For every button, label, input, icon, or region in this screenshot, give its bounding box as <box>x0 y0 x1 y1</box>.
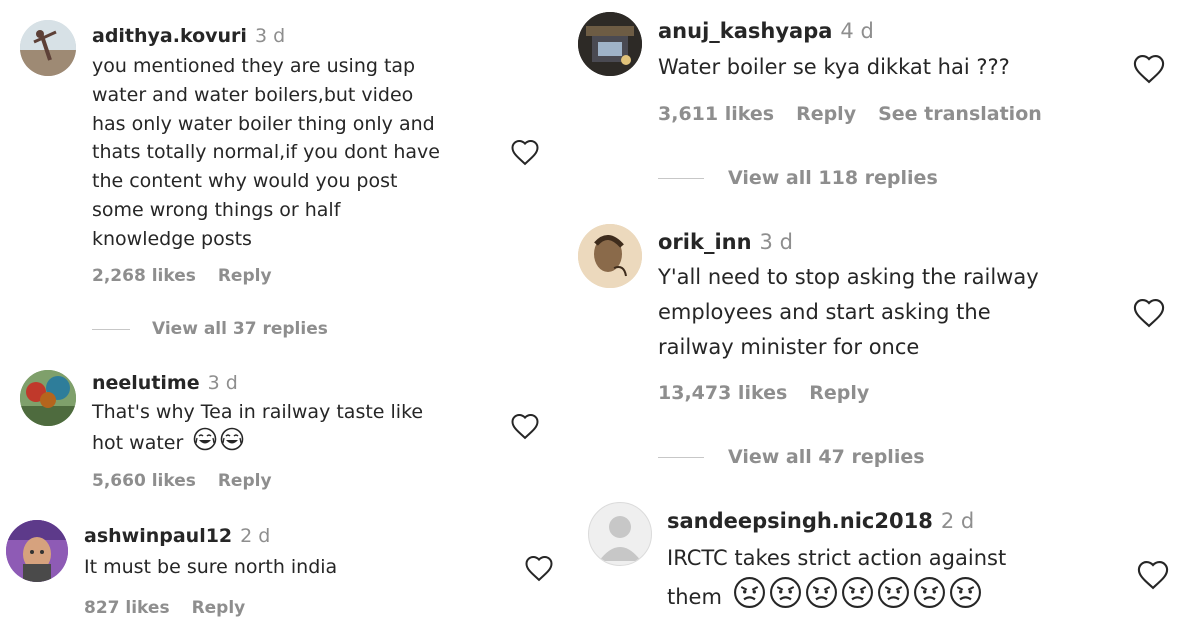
comment-username[interactable]: adithya.kovuri <box>92 25 247 47</box>
comment-timestamp[interactable]: 2 d <box>240 525 270 547</box>
comment-timestamp[interactable]: 3 d <box>255 25 285 47</box>
view-replies-label[interactable]: View all 118 replies <box>728 167 938 189</box>
right-comment-column: anuj_kashyapa 4 d Water boiler se kya dik… <box>570 0 1200 628</box>
avatar[interactable] <box>20 20 76 76</box>
likes-count[interactable]: 5,660 likes <box>92 471 196 491</box>
comment-text: It must be sure north india <box>84 553 504 582</box>
angry-emoji-icon <box>733 576 766 620</box>
likes-count[interactable]: 13,473 likes <box>658 382 787 404</box>
reply-button[interactable]: Reply <box>218 266 272 286</box>
comment-line: thats totally normal,if you dont have <box>92 141 440 164</box>
comment-line: has only water boiler thing only and <box>92 112 435 135</box>
comment-username[interactable]: ashwinpaul12 <box>84 525 232 547</box>
view-replies-button[interactable]: View all 37 replies <box>92 319 328 339</box>
comment-username[interactable]: neelutime <box>92 372 200 394</box>
comment-line: railway minister for once <box>658 335 920 359</box>
view-replies-label[interactable]: View all 47 replies <box>728 446 925 468</box>
view-replies-label[interactable]: View all 37 replies <box>152 319 328 339</box>
reply-button[interactable]: Reply <box>218 471 272 491</box>
like-heart-icon[interactable] <box>1132 53 1166 88</box>
laughing-emoji-icon <box>220 427 244 460</box>
angry-emoji-icon <box>877 576 910 620</box>
default-avatar-icon[interactable] <box>588 502 652 566</box>
comment-meta: 2,268 likes Reply <box>92 266 294 286</box>
view-replies-button[interactable]: View all 118 replies <box>658 167 938 189</box>
comment-timestamp[interactable]: 3 d <box>760 230 793 254</box>
like-heart-icon[interactable] <box>1132 297 1166 332</box>
comment-line-text: hot water <box>92 432 184 454</box>
avatar[interactable] <box>6 520 68 582</box>
comment-text: That's why Tea in railway taste like hot… <box>92 398 512 460</box>
laughing-emoji-icon <box>193 427 217 460</box>
avatar[interactable] <box>20 370 76 426</box>
likes-count[interactable]: 3,611 likes <box>658 103 774 125</box>
like-heart-icon[interactable] <box>1136 559 1170 594</box>
comment-line: employees and start asking the <box>658 300 991 324</box>
divider-dash <box>658 456 704 458</box>
comment-header: orik_inn 3 d <box>658 230 793 254</box>
reply-button[interactable]: Reply <box>796 103 856 125</box>
angry-emoji-icon <box>949 576 982 620</box>
divider-dash <box>92 328 130 330</box>
comment-line: you mentioned they are using tap <box>92 55 416 77</box>
left-comment-column: adithya.kovuri 3 d you mentioned they are… <box>0 0 560 628</box>
comment-line: That's why Tea in railway taste like <box>92 401 424 423</box>
comment-line: the content why would you post <box>92 170 398 193</box>
comment-line: Water boiler se kya dikkat hai ??? <box>658 55 1010 79</box>
angry-emoji-icon <box>913 576 946 620</box>
comment-line: Y'all need to stop asking the railway <box>658 265 1039 289</box>
comment-username[interactable]: orik_inn <box>658 230 752 254</box>
comment-line: some wrong things or half <box>92 198 341 221</box>
comment-line: IRCTC takes strict action against <box>667 546 1007 570</box>
angry-emoji-icon <box>805 576 838 620</box>
comment-header: anuj_kashyapa 4 d <box>658 19 874 43</box>
comment-timestamp[interactable]: 2 d <box>941 509 974 533</box>
comment-meta: 13,473 likes Reply <box>658 382 891 404</box>
comment-text: Water boiler se kya dikkat hai ??? <box>658 51 1118 84</box>
comment-timestamp[interactable]: 3 d <box>208 372 238 394</box>
comment-username[interactable]: sandeepsingh.nic2018 <box>667 509 933 533</box>
like-heart-icon[interactable] <box>524 554 554 586</box>
comment-header: adithya.kovuri 3 d <box>92 25 285 47</box>
reply-button[interactable]: Reply <box>809 382 869 404</box>
comment-line: them <box>667 576 1137 620</box>
reply-button[interactable]: Reply <box>192 598 246 618</box>
angry-emoji-icon <box>841 576 874 620</box>
comment-timestamp[interactable]: 4 d <box>840 19 873 43</box>
comment-text: Y'all need to stop asking the railway em… <box>658 260 1128 365</box>
divider-dash <box>658 177 704 179</box>
comment-item: orik_inn 3 d Y'all need to stop asking th… <box>570 210 1200 490</box>
comment-item: neelutime 3 d That's why Tea in railway t… <box>0 360 560 500</box>
view-replies-button[interactable]: View all 47 replies <box>658 446 925 468</box>
comment-line: hot water <box>92 427 512 460</box>
comment-header: sandeepsingh.nic2018 2 d <box>667 509 974 533</box>
likes-count[interactable]: 2,268 likes <box>92 266 196 286</box>
see-translation-button[interactable]: See translation <box>878 103 1042 125</box>
comment-item: adithya.kovuri 3 d you mentioned they are… <box>0 0 560 360</box>
comment-header: ashwinpaul12 2 d <box>84 525 270 547</box>
angry-emoji-icon <box>769 576 802 620</box>
comment-meta: 827 likes Reply <box>84 598 267 618</box>
comment-line: water and water boilers,but video <box>92 83 414 106</box>
comment-item: ashwinpaul12 2 d It must be sure north in… <box>0 510 560 628</box>
comment-line-text: them <box>667 585 722 609</box>
avatar[interactable] <box>578 224 642 288</box>
comment-meta: 5,660 likes Reply <box>92 471 294 491</box>
comment-item: anuj_kashyapa 4 d Water boiler se kya dik… <box>570 0 1200 210</box>
like-heart-icon[interactable] <box>510 412 540 444</box>
comment-item: sandeepsingh.nic2018 2 d IRCTC takes stri… <box>570 490 1200 628</box>
comment-text: IRCTC takes strict action against them <box>667 540 1137 620</box>
comment-line: knowledge posts <box>92 227 252 250</box>
like-heart-icon[interactable] <box>510 138 540 170</box>
comment-meta: 3,611 likes Reply See translation <box>658 103 1064 125</box>
comment-username[interactable]: anuj_kashyapa <box>658 19 832 43</box>
avatar[interactable] <box>578 12 642 76</box>
comment-text: you mentioned they are using tap water a… <box>92 52 512 254</box>
comment-line: It must be sure north india <box>84 556 338 578</box>
comment-header: neelutime 3 d <box>92 372 238 394</box>
likes-count[interactable]: 827 likes <box>84 598 170 618</box>
